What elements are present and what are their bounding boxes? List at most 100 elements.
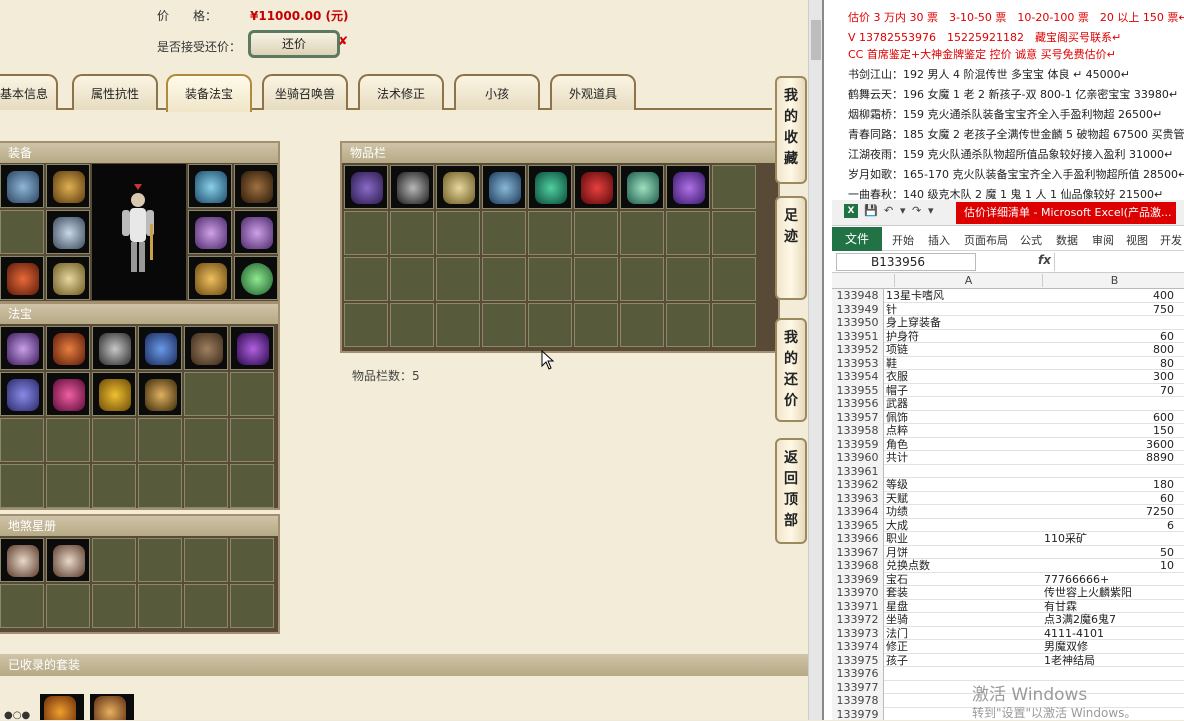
- row-number[interactable]: 133956: [832, 397, 884, 411]
- tab-appearance[interactable]: 外观道具: [550, 74, 636, 110]
- cell-b[interactable]: 50: [1044, 546, 1174, 559]
- fabao-slot[interactable]: [230, 326, 274, 370]
- equip-slot[interactable]: [0, 210, 44, 254]
- star-book-slot[interactable]: [138, 584, 182, 628]
- side-button-3[interactable]: 返回顶部: [775, 438, 807, 544]
- cell-b[interactable]: 110采矿: [1044, 532, 1174, 545]
- cell-a[interactable]: 宝石: [886, 573, 1036, 586]
- ribbon-tab-insert[interactable]: 插入: [928, 232, 950, 248]
- inventory-slot[interactable]: [482, 165, 526, 209]
- fabao-slot[interactable]: [46, 326, 90, 370]
- row-number[interactable]: 133953: [832, 356, 884, 370]
- fabao-slot[interactable]: [184, 418, 228, 462]
- cell-b[interactable]: 传世容上火麟紫阳: [1044, 586, 1174, 599]
- row-number[interactable]: 133957: [832, 410, 884, 424]
- cell-b[interactable]: 1老神结局: [1044, 654, 1174, 667]
- cell-a[interactable]: 针: [886, 303, 1036, 316]
- star-book-slot[interactable]: [230, 538, 274, 582]
- cell-a[interactable]: 星盘: [886, 600, 1036, 613]
- row-number[interactable]: 133948: [832, 289, 884, 303]
- row-number[interactable]: 133955: [832, 383, 884, 397]
- cell-a[interactable]: 武器: [886, 397, 1036, 410]
- cell-a[interactable]: 修正: [886, 640, 1036, 653]
- row-number[interactable]: 133968: [832, 559, 884, 573]
- fabao-slot[interactable]: [46, 372, 90, 416]
- cell-b[interactable]: 600: [1044, 411, 1174, 424]
- star-book-slot[interactable]: [184, 584, 228, 628]
- fabao-slot[interactable]: [184, 372, 228, 416]
- cell-a[interactable]: 护身符: [886, 330, 1036, 343]
- inventory-slot[interactable]: [390, 211, 434, 255]
- cell-b[interactable]: 60: [1044, 492, 1174, 505]
- row-number[interactable]: 133952: [832, 343, 884, 357]
- ribbon-tab-page-layout[interactable]: 页面布局: [964, 232, 1008, 248]
- equip-slot[interactable]: [46, 210, 90, 254]
- tab-mounts-pets[interactable]: 坐骑召唤兽: [262, 74, 348, 110]
- inventory-slot[interactable]: [666, 211, 710, 255]
- tab-spells[interactable]: 法术修正: [358, 74, 444, 110]
- row-number[interactable]: 133967: [832, 545, 884, 559]
- cell-a[interactable]: 13星卡嗜风: [886, 289, 1036, 302]
- row-number[interactable]: 133978: [832, 694, 884, 708]
- cell-a[interactable]: 天赋: [886, 492, 1036, 505]
- cell-a[interactable]: 角色: [886, 438, 1036, 451]
- save-icon[interactable]: 💾: [864, 204, 878, 217]
- set-slot[interactable]: [90, 694, 134, 720]
- inventory-slot[interactable]: [574, 257, 618, 301]
- cell-a[interactable]: 点粹: [886, 424, 1036, 437]
- cell-b[interactable]: 60: [1044, 330, 1174, 343]
- cell-b[interactable]: 有甘霖: [1044, 600, 1174, 613]
- column-header-b[interactable]: B: [1042, 274, 1184, 287]
- tab-equipment-fabao[interactable]: 装备法宝: [166, 74, 252, 112]
- cell-b[interactable]: 400: [1044, 289, 1174, 302]
- inventory-slot[interactable]: [620, 257, 664, 301]
- name-box[interactable]: B133956: [836, 253, 976, 271]
- row-number[interactable]: 133954: [832, 370, 884, 384]
- row-number[interactable]: 133970: [832, 586, 884, 600]
- inventory-slot[interactable]: [712, 165, 756, 209]
- row-number[interactable]: 133977: [832, 680, 884, 694]
- cell-b[interactable]: 6: [1044, 519, 1174, 532]
- inventory-slot[interactable]: [344, 303, 388, 347]
- equip-slot[interactable]: [188, 164, 232, 208]
- column-header-a[interactable]: A: [894, 274, 1042, 287]
- inventory-slot[interactable]: [344, 211, 388, 255]
- cell-b[interactable]: 点3满2魔6鬼7: [1044, 613, 1174, 626]
- inventory-slot[interactable]: [482, 257, 526, 301]
- cell-a[interactable]: 共计: [886, 451, 1036, 464]
- fabao-slot[interactable]: [92, 326, 136, 370]
- row-number[interactable]: 133961: [832, 464, 884, 478]
- ribbon-tab-data[interactable]: 数据: [1056, 232, 1078, 248]
- inventory-slot[interactable]: [528, 211, 572, 255]
- undo-icon[interactable]: ↶: [884, 204, 893, 217]
- cell-a[interactable]: 职业: [886, 532, 1036, 545]
- row-number[interactable]: 133973: [832, 626, 884, 640]
- inventory-slot[interactable]: [666, 303, 710, 347]
- cell-b[interactable]: 10: [1044, 559, 1174, 572]
- equip-slot[interactable]: [234, 256, 278, 300]
- inventory-slot[interactable]: [574, 303, 618, 347]
- inventory-slot[interactable]: [712, 211, 756, 255]
- inventory-slot[interactable]: [528, 257, 572, 301]
- cell-b[interactable]: 男魔双修: [1044, 640, 1174, 653]
- ribbon-tab-review[interactable]: 审阅: [1092, 232, 1114, 248]
- star-book-slot[interactable]: [0, 538, 44, 582]
- row-number[interactable]: 133966: [832, 532, 884, 546]
- redo-icon[interactable]: ↷: [912, 204, 921, 217]
- inventory-slot[interactable]: [620, 165, 664, 209]
- inventory-slot[interactable]: [436, 165, 480, 209]
- equip-slot[interactable]: [46, 164, 90, 208]
- row-number[interactable]: 133969: [832, 572, 884, 586]
- inventory-slot[interactable]: [666, 257, 710, 301]
- cell-a[interactable]: 法门: [886, 627, 1036, 640]
- row-number[interactable]: 133963: [832, 491, 884, 505]
- fabao-slot[interactable]: [46, 464, 90, 508]
- row-number[interactable]: 133965: [832, 518, 884, 532]
- equip-slot[interactable]: [0, 164, 44, 208]
- equip-slot[interactable]: [188, 256, 232, 300]
- side-button-0[interactable]: 我的收藏: [775, 76, 807, 184]
- fabao-slot[interactable]: [0, 418, 44, 462]
- close-icon[interactable]: ✘: [338, 34, 348, 48]
- row-number[interactable]: 133958: [832, 424, 884, 438]
- side-button-2[interactable]: 我的还价: [775, 318, 807, 422]
